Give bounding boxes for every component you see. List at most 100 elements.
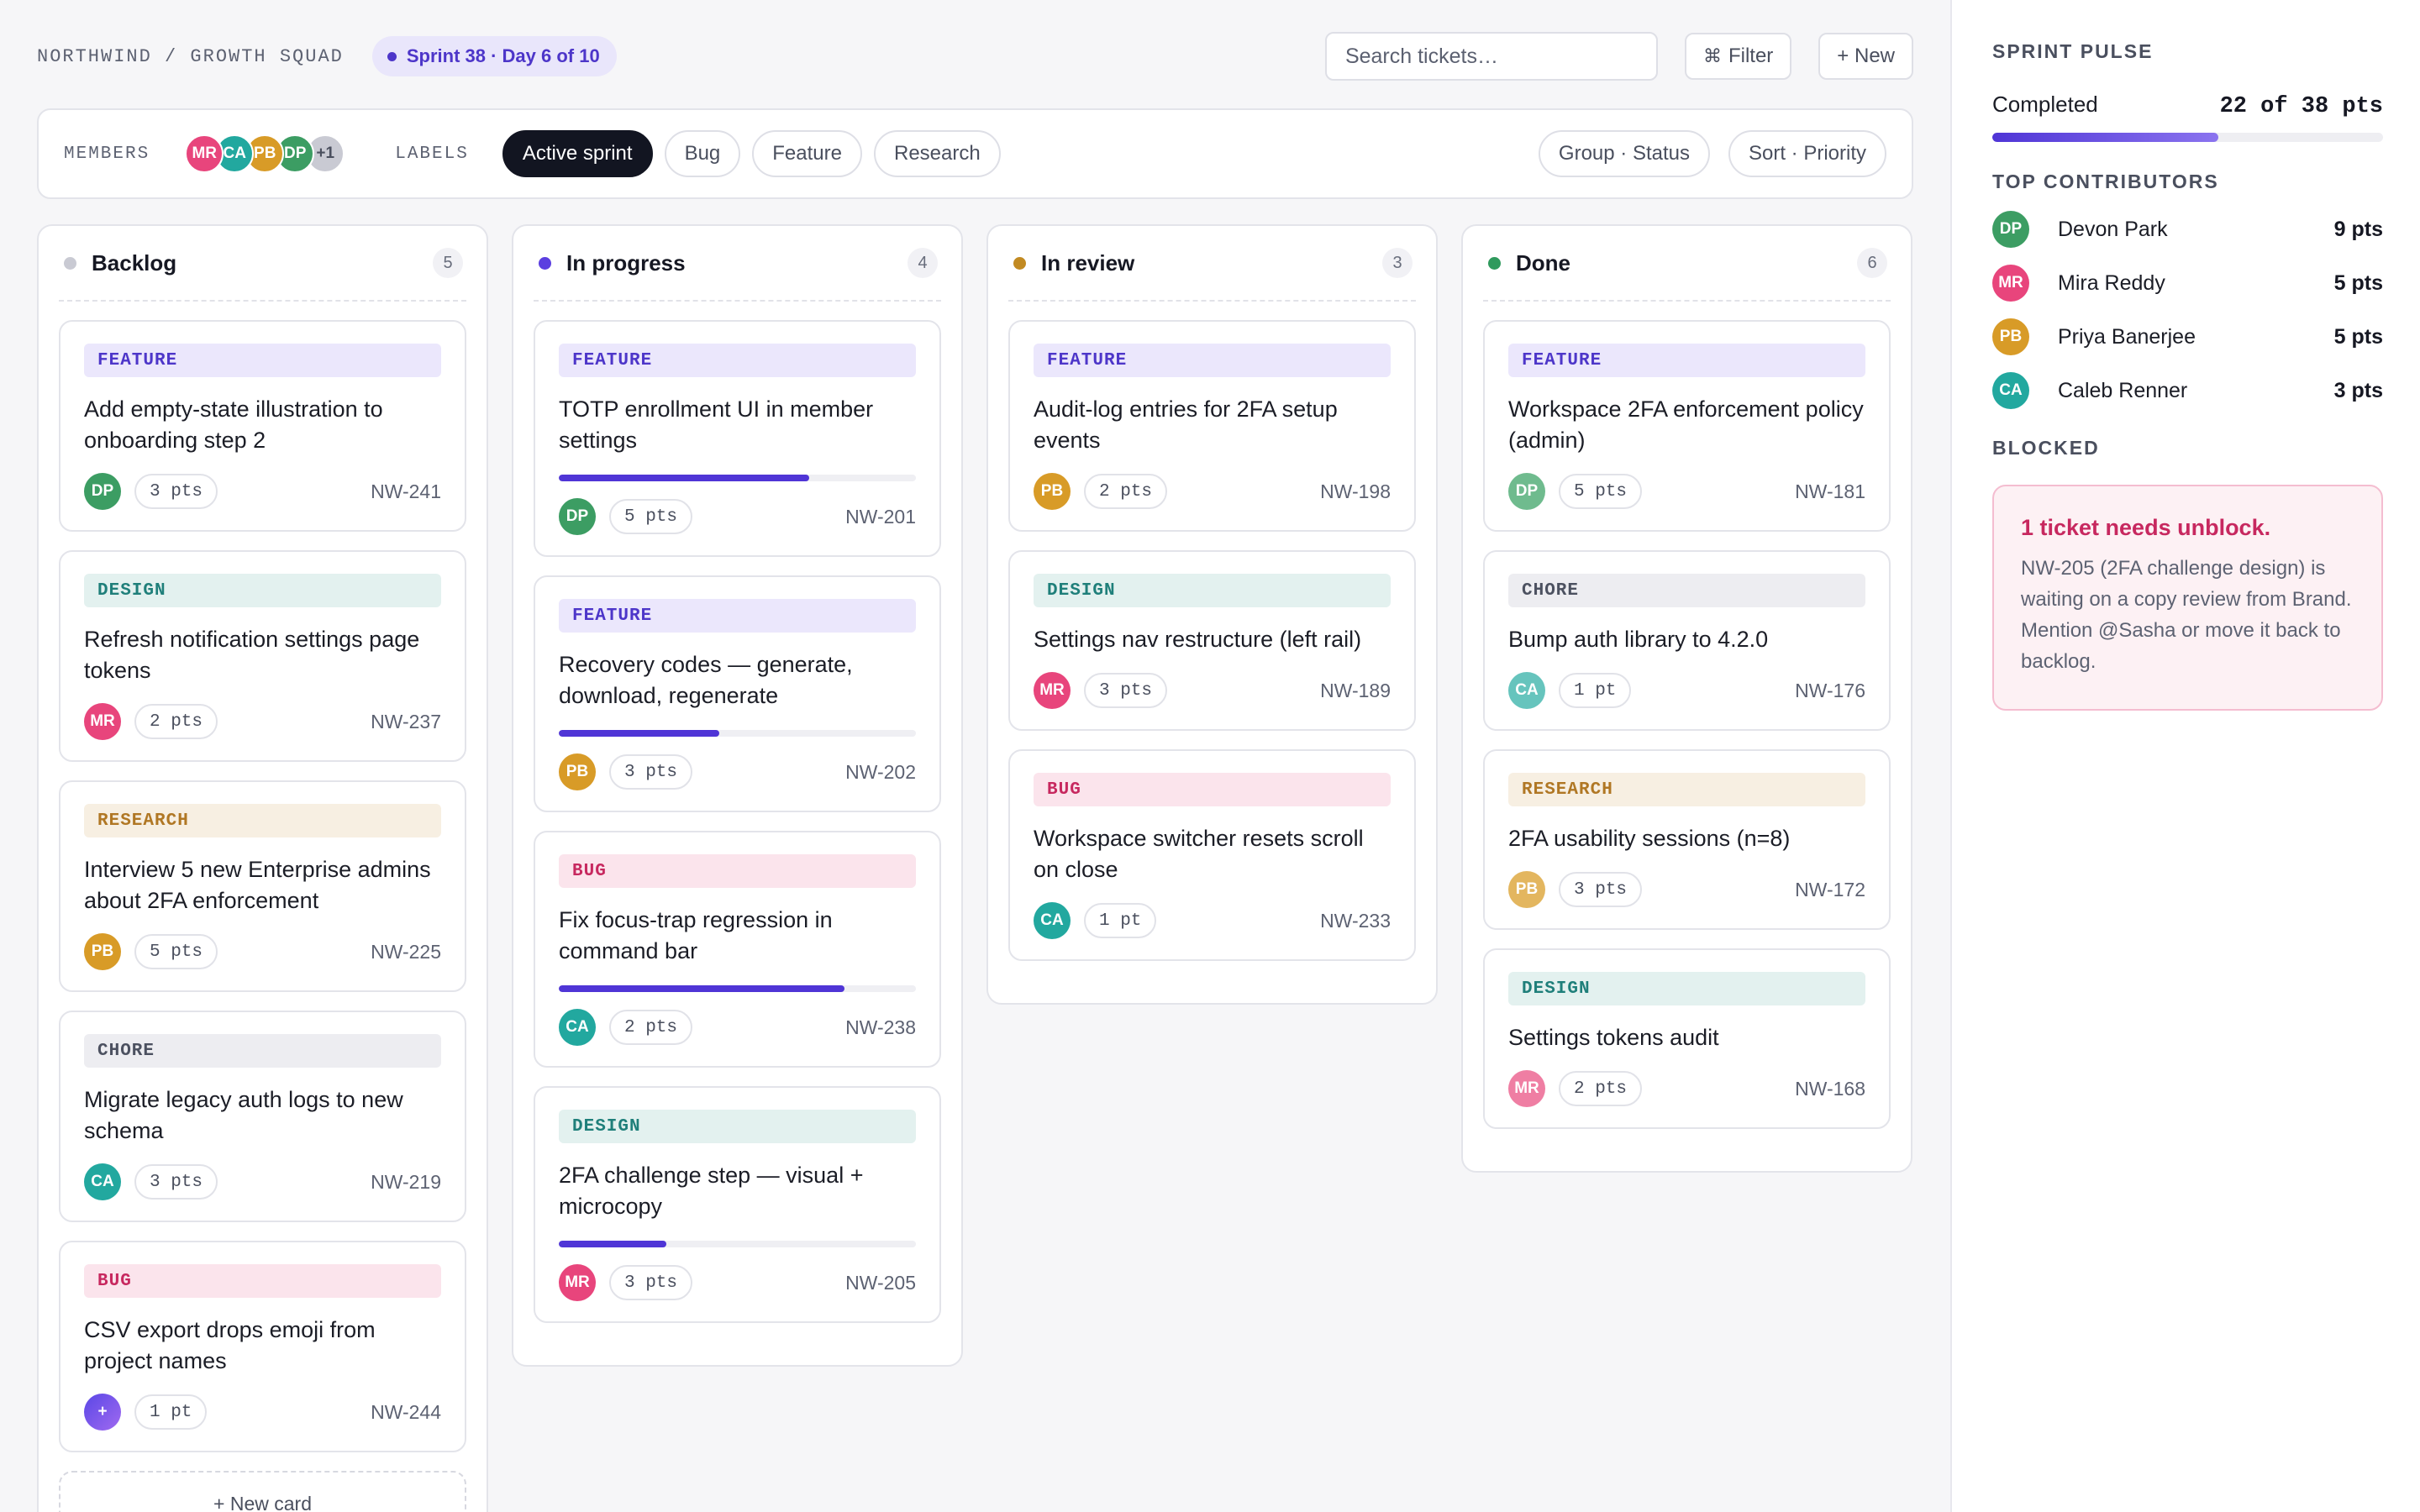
search-input[interactable] — [1324, 32, 1658, 81]
ticket-card[interactable]: BUG Workspace switcher resets scroll on c… — [1008, 749, 1416, 961]
ticket-card[interactable]: FEATURE Workspace 2FA enforcement policy … — [1483, 320, 1891, 532]
ticket-id: NW-219 — [371, 1170, 441, 1193]
ticket-footer: MR 3 pts NW-205 — [559, 1264, 916, 1301]
ticket-points: 3 pts — [134, 474, 218, 509]
contributor-row[interactable]: MR Mira Reddy 5 pts — [1992, 265, 2383, 302]
ticket-points: 1 pt — [1084, 903, 1157, 938]
ticket-tag: BUG — [84, 1264, 441, 1298]
ticket-title: Workspace 2FA enforcement policy (admin) — [1508, 396, 1864, 453]
filter-button-label: Filter — [1728, 45, 1774, 67]
ticket-footer: PB 3 pts NW-202 — [559, 753, 916, 790]
contributor-row[interactable]: DP Devon Park 9 pts — [1992, 211, 2383, 248]
ticket-id: NW-233 — [1320, 909, 1391, 932]
ticket-card[interactable]: RESEARCH 2FA usability sessions (n=8) PB 3 … — [1483, 749, 1891, 930]
ticket-progress-bar — [559, 475, 916, 481]
ticket-points: 3 pts — [134, 1164, 218, 1200]
ticket-tag: DESIGN — [84, 574, 441, 607]
ticket-progress-fill — [559, 730, 720, 737]
ticket-card[interactable]: CHORE Migrate legacy auth logs to new sch… — [59, 1011, 466, 1222]
ticket-tag: DESIGN — [1508, 972, 1865, 1005]
ticket-card[interactable]: BUG CSV export drops emoji from project n… — [59, 1241, 466, 1452]
assignee-avatar[interactable]: DP — [559, 498, 596, 535]
assignee-avatar[interactable]: CA — [559, 1009, 596, 1046]
ticket-id: NW-237 — [371, 710, 441, 732]
ticket-footer: PB 5 pts NW-225 — [84, 933, 441, 970]
ticket-points: 5 pts — [1559, 474, 1643, 509]
assignee-avatar[interactable]: DP — [84, 473, 121, 510]
assignee-avatar[interactable]: MR — [1508, 1070, 1545, 1107]
ticket-progress-fill — [559, 1241, 666, 1247]
top-actions: ⌘ Filter + New — [1324, 32, 1913, 81]
ticket-footer: MR 3 pts NW-189 — [1034, 672, 1391, 709]
ticket-card[interactable]: BUG Fix focus-trap regression in command … — [534, 831, 941, 1068]
column-header: Backlog 5 — [59, 226, 466, 302]
new-card-button[interactable]: + New card — [59, 1471, 466, 1512]
ticket-card[interactable]: FEATURE Audit-log entries for 2FA setup e… — [1008, 320, 1416, 532]
ticket-points: 3 pts — [609, 754, 693, 790]
command-icon: ⌘ — [1702, 45, 1722, 66]
ticket-id: NW-189 — [1320, 679, 1391, 701]
new-ticket-button[interactable]: + New — [1818, 33, 1913, 80]
ticket-title: Add empty-state illustration to onboardi… — [84, 396, 383, 453]
contributor-points: 9 pts — [2333, 217, 2383, 241]
filter-button[interactable]: ⌘ Filter — [1684, 33, 1792, 80]
column-count: 5 — [433, 248, 463, 278]
assignee-avatar[interactable]: PB — [1034, 473, 1071, 510]
view-controls: Group · Status Sort · Priority — [1520, 130, 1886, 177]
contributor-avatar: CA — [1992, 372, 2029, 409]
assignee-avatar[interactable]: PB — [1508, 871, 1545, 908]
member-avatar[interactable]: MR — [185, 134, 224, 173]
contributor-row[interactable]: CA Caleb Renner 3 pts — [1992, 372, 2383, 409]
blocked-callout[interactable]: 1 ticket needs unblock. NW-205 (2FA chal… — [1992, 485, 2383, 711]
group-by-button[interactable]: Group · Status — [1538, 130, 1710, 177]
members-label: MEMBERS — [64, 144, 150, 164]
contributor-row[interactable]: PB Priya Banerjee 5 pts — [1992, 318, 2383, 355]
breadcrumb[interactable]: NORTHWIND / GROWTH SQUAD — [37, 46, 344, 67]
ticket-footer: DP 3 pts NW-241 — [84, 473, 441, 510]
ticket-card[interactable]: DESIGN 2FA challenge step — visual + micr… — [534, 1086, 941, 1323]
assignee-avatar[interactable]: CA — [84, 1163, 121, 1200]
blocked-body: NW-205 (2FA challenge design) is waiting… — [2021, 557, 2352, 673]
contributor-name: Caleb Renner — [2058, 378, 2188, 402]
ticket-card[interactable]: CHORE Bump auth library to 4.2.0 CA 1 pt NW-… — [1483, 550, 1891, 731]
ticket-card[interactable]: DESIGN Refresh notification settings page… — [59, 550, 466, 762]
ticket-tag: FEATURE — [84, 344, 441, 377]
sprint-badge[interactable]: Sprint 38 · Day 6 of 10 — [371, 36, 617, 76]
ticket-card[interactable]: FEATURE Add empty-state illustration to o… — [59, 320, 466, 532]
ticket-tag: FEATURE — [1508, 344, 1865, 377]
assignee-avatar[interactable]: MR — [559, 1264, 596, 1301]
assignee-avatar[interactable]: CA — [1034, 902, 1071, 939]
sort-by-button[interactable]: Sort · Priority — [1728, 130, 1886, 177]
ticket-id: NW-181 — [1795, 480, 1865, 502]
ticket-card[interactable]: FEATURE TOTP enrollment UI in member sett… — [534, 320, 941, 557]
sprint-label: Sprint 38 · Day 6 of 10 — [406, 45, 600, 66]
ticket-points: 3 pts — [1559, 872, 1643, 907]
member-avatars[interactable]: MR CA PB DP +1 — [185, 134, 345, 173]
assignee-avatar[interactable]: MR — [84, 703, 121, 740]
assignee-avatar[interactable]: MR — [1034, 672, 1071, 709]
contributor-points: 5 pts — [2333, 324, 2383, 349]
assignee-avatar[interactable]: DP — [1508, 473, 1545, 510]
sprint-sidebar: SPRINT PULSE Completed 22 of 38 pts TOP … — [1950, 0, 2420, 1512]
label-chip-feature[interactable]: Feature — [752, 130, 862, 177]
assignee-avatar[interactable]: CA — [1508, 672, 1545, 709]
ticket-tag: DESIGN — [1034, 574, 1391, 607]
assignee-avatar[interactable]: + — [84, 1394, 121, 1431]
contributor-avatar: MR — [1992, 265, 2029, 302]
ticket-card[interactable]: FEATURE Recovery codes — generate, downlo… — [534, 575, 941, 812]
ticket-card[interactable]: DESIGN Settings tokens audit MR 2 pts NW-168 — [1483, 948, 1891, 1129]
labels-label: LABELS — [395, 144, 469, 164]
label-chip-bug[interactable]: Bug — [664, 130, 741, 177]
sprint-status-dot-icon — [387, 51, 397, 61]
ticket-title: Bump auth library to 4.2.0 — [1508, 627, 1769, 652]
blocked-heading: BLOCKED — [1992, 437, 2100, 459]
label-chip-research[interactable]: Research — [873, 130, 1001, 177]
column-title: Done — [1516, 249, 1570, 276]
ticket-card[interactable]: DESIGN Settings nav restructure (left rai… — [1008, 550, 1416, 731]
ticket-card[interactable]: RESEARCH Interview 5 new Enterprise admin… — [59, 780, 466, 992]
ticket-footer: CA 2 pts NW-238 — [559, 1009, 916, 1046]
label-chip-active-sprint[interactable]: Active sprint — [502, 130, 653, 177]
assignee-avatar[interactable]: PB — [84, 933, 121, 970]
assignee-avatar[interactable]: PB — [559, 753, 596, 790]
ticket-footer: CA 1 pt NW-233 — [1034, 902, 1391, 939]
